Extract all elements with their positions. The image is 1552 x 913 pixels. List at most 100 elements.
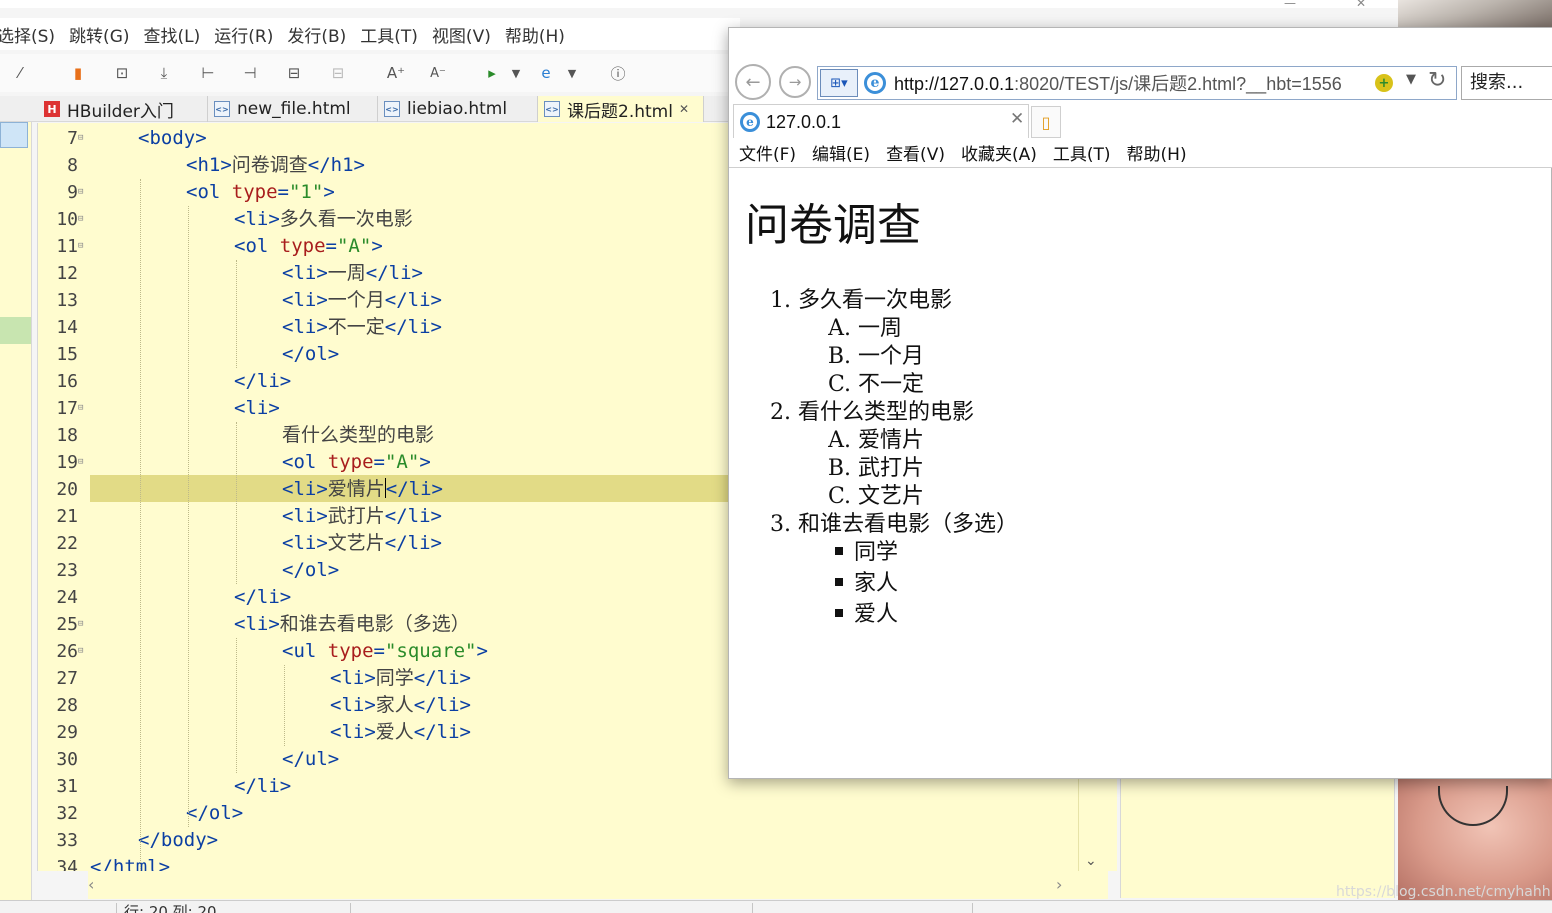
ide-menu-select[interactable]: 选择(S) [0,22,62,47]
tab-kehouti2[interactable]: <> 课后题2.html ✕ [538,96,704,122]
ide-menu-help[interactable]: 帮助(H) [498,22,572,47]
code-line[interactable]: <li> [234,395,280,422]
browser-preview-icon[interactable]: e [534,61,558,85]
code-line[interactable]: <li>一周</li> [282,260,423,287]
line-number: 26 [56,641,78,662]
ide-menu-publish[interactable]: 发行(B) [280,22,353,47]
code-line[interactable]: </li> [234,773,291,800]
browser-menu-edit[interactable]: 编辑(E) [804,140,878,165]
code-line[interactable]: <h1>问卷调查</h1> [186,152,365,179]
code-token: 同学 [375,667,414,689]
browser-menu-file[interactable]: 文件(F) [729,140,804,165]
address-dropdown-icon[interactable]: ▼ [1406,72,1416,87]
tab-close-icon[interactable]: ✕ [1010,109,1024,129]
bookmark-icon[interactable]: ▮ [66,61,90,85]
tab-close-icon[interactable]: ✕ [679,102,689,116]
code-line[interactable]: <li>多久看一次电影 [234,206,413,233]
browser-menu-help[interactable]: 帮助(H) [1119,140,1195,165]
browser-menu-tools[interactable]: 工具(T) [1045,140,1119,165]
line-number: 15 [56,344,78,365]
scroll-left-icon[interactable]: ‹ [88,875,94,894]
browser-tab-active[interactable]: e 127.0.0.1 ✕ [733,104,1029,138]
scroll-right-icon[interactable]: › [1056,875,1062,894]
indent-left-icon[interactable]: ⊢ [196,61,220,85]
tab-hbuilder-intro[interactable]: H HBuilder入门 [38,96,208,122]
line-number: 34 [56,857,78,871]
minimize-icon[interactable]: — [1284,0,1296,10]
scroll-down-icon[interactable]: ⌄ [1085,853,1097,869]
new-file-icon[interactable]: ⊡ [110,61,134,85]
tab-new-file[interactable]: <> new_file.html [208,96,378,122]
fold-toggle-icon[interactable]: ⊟ [78,233,87,260]
list-item: 1. 多久看一次电影 [769,287,952,315]
code-line[interactable]: <li>家人</li> [330,692,471,719]
fold-toggle-icon[interactable]: ⊟ [78,125,87,152]
code-line[interactable]: <li>爱人</li> [330,719,471,746]
fold-toggle-icon[interactable]: ⊟ [78,449,87,476]
explorer-selected-item[interactable] [0,122,28,148]
code-line[interactable]: </li> [234,368,291,395]
project-explorer-collapsed [0,96,32,906]
indent-right-icon[interactable]: ⊣ [238,61,262,85]
search-box[interactable]: 搜索... [1461,66,1552,100]
ide-menu-find[interactable]: 查找(L) [137,22,208,47]
back-button[interactable]: ← [735,64,771,100]
code-line[interactable]: <ol type="A"> [282,449,431,476]
ide-menu-tools[interactable]: 工具(T) [353,22,425,47]
code-line[interactable]: <li>爱情片</li> [282,476,443,503]
close-icon[interactable]: ✕ [1356,0,1366,10]
import-icon[interactable]: ⤓ [152,61,176,85]
run-dropdown-icon[interactable]: ▼ [504,61,528,85]
browser-dropdown-icon[interactable]: ▼ [560,61,584,85]
tab-liebiao[interactable]: <> liebiao.html [378,96,538,122]
code-line[interactable]: <ol type="1"> [186,179,335,206]
browser-menu-view[interactable]: 查看(V) [878,140,953,165]
line-number: 11 [56,236,78,257]
code-line[interactable]: 看什么类型的电影 [282,422,434,449]
code-token: "square" [384,640,477,662]
url-text[interactable]: http://127.0.0.1:8020/TEST/js/课后题2.html?… [894,71,1370,97]
comment-icon[interactable]: ⊟ [282,61,306,85]
code-line[interactable]: <li>一个月</li> [282,287,442,314]
code-line[interactable]: <li>同学</li> [330,665,471,692]
font-increase-icon[interactable]: A⁺ [384,61,408,85]
editor-horizontal-scrollbar[interactable]: ‹ › [88,871,1108,899]
address-bar[interactable]: ⊞▾ e http://127.0.0.1:8020/TEST/js/课后题2.… [817,66,1457,100]
code-line[interactable]: <li>和谁去看电影（多选） [234,611,470,638]
ide-menu-run[interactable]: 运行(R) [207,22,280,47]
new-tab-button[interactable]: ▯ [1031,106,1061,138]
uncomment-icon[interactable]: ⊟ [326,61,350,85]
code-line[interactable]: <body> [138,125,207,152]
square-bullet-icon [825,570,847,598]
ide-menu-goto[interactable]: 跳转(G) [62,22,136,47]
format-code-icon[interactable]: ⁄ [8,61,32,85]
fold-toggle-icon[interactable]: ⊟ [78,179,87,206]
refresh-icon[interactable]: ↻ [1428,68,1446,93]
code-token: <li> [282,316,328,338]
forward-button[interactable]: → [779,66,811,98]
font-decrease-icon[interactable]: A⁻ [426,61,450,85]
fold-toggle-icon[interactable]: ⊟ [78,638,87,665]
code-line[interactable]: <li>武打片</li> [282,503,442,530]
run-icon[interactable]: ▸ [480,61,504,85]
info-icon[interactable]: ⓘ [606,61,630,85]
code-line[interactable]: </body> [138,827,218,854]
compatibility-view-icon[interactable]: ⊞▾ [820,69,858,97]
plugin-icon[interactable]: + [1375,74,1393,92]
ide-menu-view[interactable]: 视图(V) [425,22,498,47]
browser-menu-favorites[interactable]: 收藏夹(A) [953,140,1045,165]
fold-toggle-icon[interactable]: ⊟ [78,395,87,422]
code-line[interactable]: </ol> [186,800,243,827]
code-line[interactable]: </html> [90,854,170,871]
code-line[interactable]: </ol> [282,341,339,368]
code-line[interactable]: <li>不一定</li> [282,314,442,341]
code-line[interactable]: <ul type="square"> [282,638,488,665]
fold-toggle-icon[interactable]: ⊟ [78,611,87,638]
code-token: = [373,640,385,662]
fold-toggle-icon[interactable]: ⊟ [78,206,87,233]
code-line[interactable]: <ol type="A"> [234,233,383,260]
code-line[interactable]: <li>文艺片</li> [282,530,442,557]
code-line[interactable]: </ul> [282,746,339,773]
code-line[interactable]: </ol> [282,557,339,584]
code-line[interactable]: </li> [234,584,291,611]
